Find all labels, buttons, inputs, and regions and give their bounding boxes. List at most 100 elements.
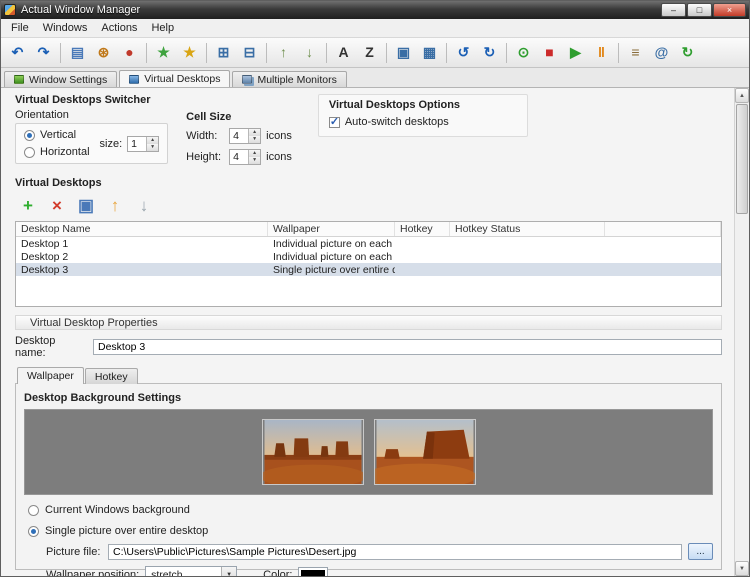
orientation-horizontal-radio[interactable]: Horizontal xyxy=(24,146,90,158)
move-desktop-down-button[interactable]: ↓ xyxy=(131,193,157,217)
column-header-wallpaper[interactable]: Wallpaper xyxy=(268,222,395,236)
tab-hotkey[interactable]: Hotkey xyxy=(85,368,138,384)
toolbar-separator xyxy=(386,43,387,63)
add-desktop-button[interactable]: + xyxy=(15,193,41,217)
scroll-thumb[interactable] xyxy=(736,104,748,214)
multiple-monitors-tab-icon xyxy=(242,75,252,84)
auto-switch-checkbox[interactable]: Auto-switch desktops xyxy=(329,116,517,128)
tile-windows-button[interactable]: ▦ xyxy=(417,40,442,65)
menu-item-file[interactable]: File xyxy=(4,20,36,36)
spinner-up-icon[interactable] xyxy=(147,137,158,144)
spinner-buttons[interactable] xyxy=(146,137,158,151)
move-desktop-down-icon: ↓ xyxy=(140,196,149,215)
window-title-tools-button[interactable]: A xyxy=(331,40,356,65)
spinner-down-icon[interactable] xyxy=(147,144,158,151)
move-window-up-button[interactable]: ↑ xyxy=(271,40,296,65)
spinner-up-icon[interactable] xyxy=(249,150,260,157)
desktop-name-input[interactable] xyxy=(93,339,722,355)
reset-configuration-button[interactable]: ● xyxy=(117,40,142,65)
spinner-down-icon[interactable] xyxy=(249,157,260,164)
single-picture-radio[interactable]: Single picture over entire desktop xyxy=(28,525,713,537)
desktops-table: Desktop Name Wallpaper Hotkey Hotkey Sta… xyxy=(15,221,722,307)
new-window-settings-button[interactable]: ★ xyxy=(151,40,176,65)
copy-desktop-button[interactable]: ▣ xyxy=(73,193,99,217)
scroll-up-button[interactable] xyxy=(735,88,749,103)
send-feedback-button[interactable]: @ xyxy=(649,40,674,65)
cascade-windows-button[interactable]: ▣ xyxy=(391,40,416,65)
content-area: Virtual Desktops Switcher Orientation Ve… xyxy=(1,88,749,576)
tab-multiple-monitors[interactable]: Multiple Monitors xyxy=(232,71,346,87)
add-desktop-icon: + xyxy=(23,196,33,215)
wallpaper-position-select[interactable]: stretch xyxy=(145,566,237,576)
spinner-down-icon[interactable] xyxy=(249,136,260,143)
delete-desktop-button[interactable]: × xyxy=(44,193,70,217)
play-button[interactable]: ▶ xyxy=(563,40,588,65)
log-button[interactable]: ≡ xyxy=(623,40,648,65)
spinner-buttons[interactable] xyxy=(248,129,260,143)
tab-wallpaper[interactable]: Wallpaper xyxy=(17,367,84,384)
height-spinner[interactable]: 4 xyxy=(229,149,261,165)
spinner-buttons[interactable] xyxy=(248,150,260,164)
spinner-up-icon[interactable] xyxy=(249,129,260,136)
browse-button[interactable]: ... xyxy=(688,543,713,560)
rotate-right-button[interactable]: ↻ xyxy=(477,40,502,65)
close-button[interactable]: × xyxy=(713,3,746,17)
column-header-desktop-name[interactable]: Desktop Name xyxy=(16,222,268,236)
redo-button[interactable]: ↷ xyxy=(31,40,56,65)
toolbar-separator xyxy=(326,43,327,63)
desktop-row[interactable]: Desktop 2Individual picture on each moni… xyxy=(16,250,721,263)
size-spinner[interactable]: 1 xyxy=(127,136,159,152)
toolbar-separator xyxy=(618,43,619,63)
width-spinner[interactable]: 4 xyxy=(229,128,261,144)
desktop-cell: Single picture over entire desktop xyxy=(268,264,395,276)
menu-item-help[interactable]: Help xyxy=(144,20,181,36)
options-icon: ⊛ xyxy=(98,44,110,60)
toolbar-separator xyxy=(206,43,207,63)
tab-window-settings[interactable]: Window Settings xyxy=(4,71,117,87)
single-picture-label: Single picture over entire desktop xyxy=(45,525,208,537)
rotate-right-icon: ↻ xyxy=(484,44,496,60)
color-label: Color: xyxy=(263,569,292,577)
edit-window-settings-button[interactable]: ★ xyxy=(177,40,202,65)
copy-desktop-icon: ▣ xyxy=(78,196,94,215)
save-configuration-button[interactable]: ▤ xyxy=(65,40,90,65)
tab-virtual-desktops[interactable]: Virtual Desktops xyxy=(119,70,230,87)
desktop-row[interactable]: Desktop 1Individual picture on each moni… xyxy=(16,237,721,250)
column-header-hotkey[interactable]: Hotkey xyxy=(395,222,450,236)
wallpaper-position-row: Wallpaper position: stretch Color: xyxy=(46,566,713,576)
cascade-windows-icon: ▣ xyxy=(397,44,410,60)
desktop-row[interactable]: Desktop 3Single picture over entire desk… xyxy=(16,263,721,276)
rotate-left-button[interactable]: ↺ xyxy=(451,40,476,65)
tab-label: Virtual Desktops xyxy=(144,73,220,85)
edit-window-settings-icon: ★ xyxy=(183,44,196,60)
picture-file-input[interactable] xyxy=(108,544,682,560)
move-desktop-up-button[interactable]: ↑ xyxy=(102,193,128,217)
scroll-track[interactable] xyxy=(735,215,749,561)
column-header-hotkey-status[interactable]: Hotkey Status xyxy=(450,222,605,236)
log-icon: ≡ xyxy=(631,44,639,60)
add-window-button[interactable]: ⊞ xyxy=(211,40,236,65)
move-desktop-up-icon: ↑ xyxy=(111,196,120,215)
orientation-vertical-radio[interactable]: Vertical xyxy=(24,129,90,141)
undo-button[interactable]: ↶ xyxy=(5,40,30,65)
vertical-scrollbar[interactable] xyxy=(734,88,749,576)
current-background-radio[interactable]: Current Windows background xyxy=(28,504,713,516)
check-for-updates-button[interactable]: ↻ xyxy=(675,40,700,65)
switcher-title: Virtual Desktops Switcher xyxy=(15,94,292,106)
scroll-down-button[interactable] xyxy=(735,561,749,576)
menu-item-windows[interactable]: Windows xyxy=(36,20,95,36)
menu-item-actions[interactable]: Actions xyxy=(94,20,144,36)
move-window-down-button[interactable]: ↓ xyxy=(297,40,322,65)
remove-window-button[interactable]: ⊟ xyxy=(237,40,262,65)
options-button[interactable]: ⊛ xyxy=(91,40,116,65)
maximize-button[interactable]: □ xyxy=(687,3,712,17)
minimize-button[interactable]: – xyxy=(661,3,686,17)
pause-button[interactable]: ‖ xyxy=(589,40,614,65)
orientation-group: Orientation Vertical Horizont xyxy=(15,109,168,164)
color-picker-button[interactable] xyxy=(298,567,328,577)
top-row: Virtual Desktops Switcher Orientation Ve… xyxy=(15,94,722,165)
desktops-title: Virtual Desktops xyxy=(15,177,722,189)
sort-window-titles-button[interactable]: Z xyxy=(357,40,382,65)
stop-button[interactable]: ■ xyxy=(537,40,562,65)
power-button[interactable]: ⊙ xyxy=(511,40,536,65)
